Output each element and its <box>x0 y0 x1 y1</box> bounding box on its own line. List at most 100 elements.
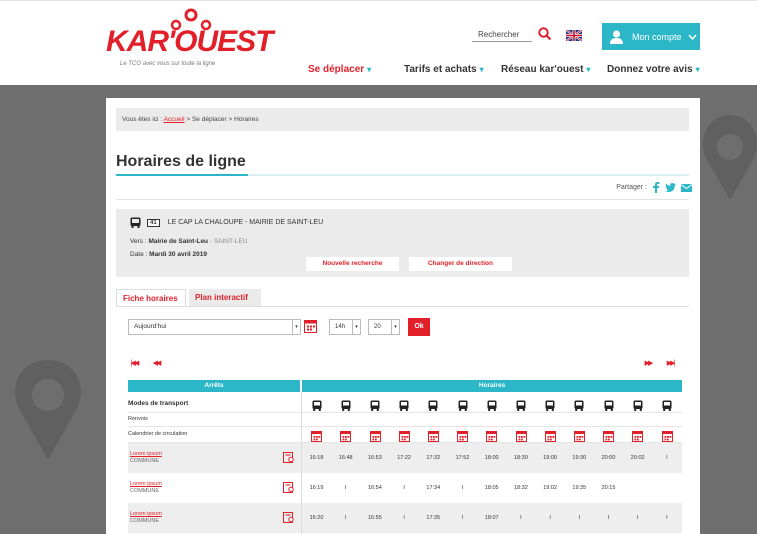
bus-icon <box>633 398 643 416</box>
tab-underline <box>116 306 689 307</box>
time-cell: 16:54 <box>368 485 382 491</box>
map-pin-icon <box>15 360 81 460</box>
twitter-icon[interactable] <box>665 183 676 192</box>
stop-commune: COMMUNE <box>130 488 160 494</box>
time-cell: 17:35 <box>426 515 441 521</box>
bus-icon <box>604 398 614 416</box>
time-cell: 19:00 <box>543 455 557 461</box>
account-label: Mon compte <box>632 31 682 42</box>
chevron-down-icon: ▾ <box>292 320 300 334</box>
share-bar: Partager : <box>616 182 692 193</box>
time-cell: I <box>549 515 551 521</box>
hour-select[interactable]: 14h ▾ <box>329 319 361 335</box>
chevron-down-icon: ▾ <box>586 65 591 74</box>
stop-info-icon[interactable] <box>283 512 295 523</box>
stop-commune: COMMUNE <box>130 518 160 524</box>
search-input[interactable]: Rechercher <box>478 30 519 39</box>
bus-icon <box>662 398 672 416</box>
bus-icon <box>312 398 322 416</box>
line-info-box: 41 LE CAP LA CHALOUPE - MAIRIE DE SAINT-… <box>116 209 689 277</box>
ok-button[interactable]: Ok <box>408 318 430 336</box>
time-cell <box>623 473 652 503</box>
time-cell: 16:48 <box>338 455 353 461</box>
breadcrumb-home-link[interactable]: Accueil <box>164 116 185 123</box>
time-cell: 16:53 <box>368 455 382 461</box>
time-cell: 20:00 <box>601 455 616 461</box>
time-cell: 19:30 <box>572 455 587 461</box>
tab-fiche-horaires[interactable]: Fiche horaires <box>116 289 186 307</box>
column-divider <box>301 392 302 534</box>
stop-link[interactable]: Lorem ipsum <box>130 481 162 487</box>
time-cell: 17:22 <box>397 455 411 461</box>
bus-icon <box>487 398 497 416</box>
bus-icon <box>428 398 438 416</box>
day-select[interactable]: Aujourd'hui ▾ <box>128 319 301 335</box>
table-row: Lorem ipsum COMMUNE 16:18 16:48 16:53 17:22… <box>128 443 682 473</box>
chevron-down-icon: ▾ <box>367 65 372 74</box>
time-cell: 18:30 <box>514 455 528 461</box>
time-cell: I <box>461 485 464 491</box>
stop-link[interactable]: Lorem ipsum <box>130 451 162 457</box>
line-name: LE CAP LA CHALOUPE - MAIRIE DE SAINT-LEU <box>167 219 324 226</box>
line-header: 41 LE CAP LA CHALOUPE - MAIRIE DE SAINT-… <box>130 217 323 228</box>
nav-tarifs[interactable]: Tarifs et achats ▾ <box>404 64 484 75</box>
nav-se-deplacer[interactable]: Se déplacer ▾ <box>308 64 371 75</box>
page-title: Horaires de ligne <box>116 153 246 170</box>
change-direction-button[interactable]: Changer de direction <box>409 257 512 271</box>
table-row: Lorem ipsum COMMUNE 16:19 I 16:54 I 17:34 I 18… <box>128 473 682 503</box>
time-cell: I <box>344 485 347 491</box>
time-cell: 19:02 <box>543 485 557 491</box>
kar-ouest-logo[interactable]: KAR'OUEST Le TCO avec vous sur toute la … <box>106 8 273 71</box>
nav-reseau[interactable]: Réseau kar'ouest ▾ <box>501 64 590 75</box>
minute-select[interactable]: 20 ▾ <box>368 319 400 335</box>
time-cell: I <box>461 515 464 521</box>
time-cell: I <box>636 515 639 521</box>
chevron-down-icon: ▾ <box>695 65 700 74</box>
previous-page-icon[interactable]: ◀◀ <box>148 358 164 370</box>
time-cell: 18:00 <box>484 455 499 461</box>
breadcrumb: Vous êtes ici : Accueil > Se déplacer > … <box>116 108 689 131</box>
search-icon[interactable] <box>538 27 552 41</box>
share-label: Partager : <box>616 184 647 191</box>
uk-flag-icon[interactable] <box>566 30 582 41</box>
modes-label: Modes de transport <box>128 400 189 407</box>
facebook-icon[interactable] <box>652 182 660 193</box>
time-cell: I <box>607 515 610 521</box>
new-search-button[interactable]: Nouvelle recherche <box>306 257 399 271</box>
bus-icon <box>130 217 141 228</box>
map-pin-icon <box>702 115 757 200</box>
logo-tagline: Le TCO avec vous sur toute la ligne <box>120 61 216 67</box>
email-icon[interactable] <box>681 183 692 192</box>
user-icon <box>610 30 623 44</box>
time-cell: 20:15 <box>601 485 616 491</box>
site-header: KAR'OUEST Le TCO avec vous sur toute la … <box>0 0 757 85</box>
stop-info-icon[interactable] <box>283 482 295 493</box>
stop-info-icon[interactable] <box>283 452 295 463</box>
bus-icon <box>370 398 380 416</box>
nav-avis[interactable]: Donnez votre avis ▾ <box>607 64 700 75</box>
divider <box>116 199 689 200</box>
calendar-label: Calendrier de circulation <box>128 431 188 437</box>
line-direction: Vers : Mairie de Saint-Leu - SAINT-LEU <box>130 238 248 245</box>
first-page-icon[interactable]: |◀◀ <box>126 358 142 370</box>
calendar-icon[interactable] <box>304 319 317 333</box>
time-cell: 17:34 <box>426 485 441 491</box>
search-underline <box>472 41 532 42</box>
account-button[interactable]: Mon compte <box>602 23 700 50</box>
stop-link[interactable]: Lorem ipsum <box>130 511 162 517</box>
next-page-icon[interactable]: ▶▶ <box>640 358 656 370</box>
time-cell: I <box>403 515 405 521</box>
time-cell: I <box>578 515 581 521</box>
time-cell: 19:35 <box>572 485 587 491</box>
chevron-down-icon: ▾ <box>391 320 399 334</box>
renvois-label: Renvois <box>128 416 148 422</box>
tab-plan-interactif[interactable]: Plan interactif <box>189 289 261 307</box>
bus-icon <box>458 398 468 416</box>
time-cell: I <box>403 485 405 491</box>
line-date: Date : Mardi 30 avril 2019 <box>130 251 207 258</box>
main-panel: Vous êtes ici : Accueil > Se déplacer > … <box>106 98 700 534</box>
bus-icon <box>341 398 351 416</box>
last-page-icon[interactable]: ▶▶| <box>662 358 678 370</box>
bus-icon <box>399 398 409 416</box>
time-cell: 16:20 <box>309 515 324 521</box>
